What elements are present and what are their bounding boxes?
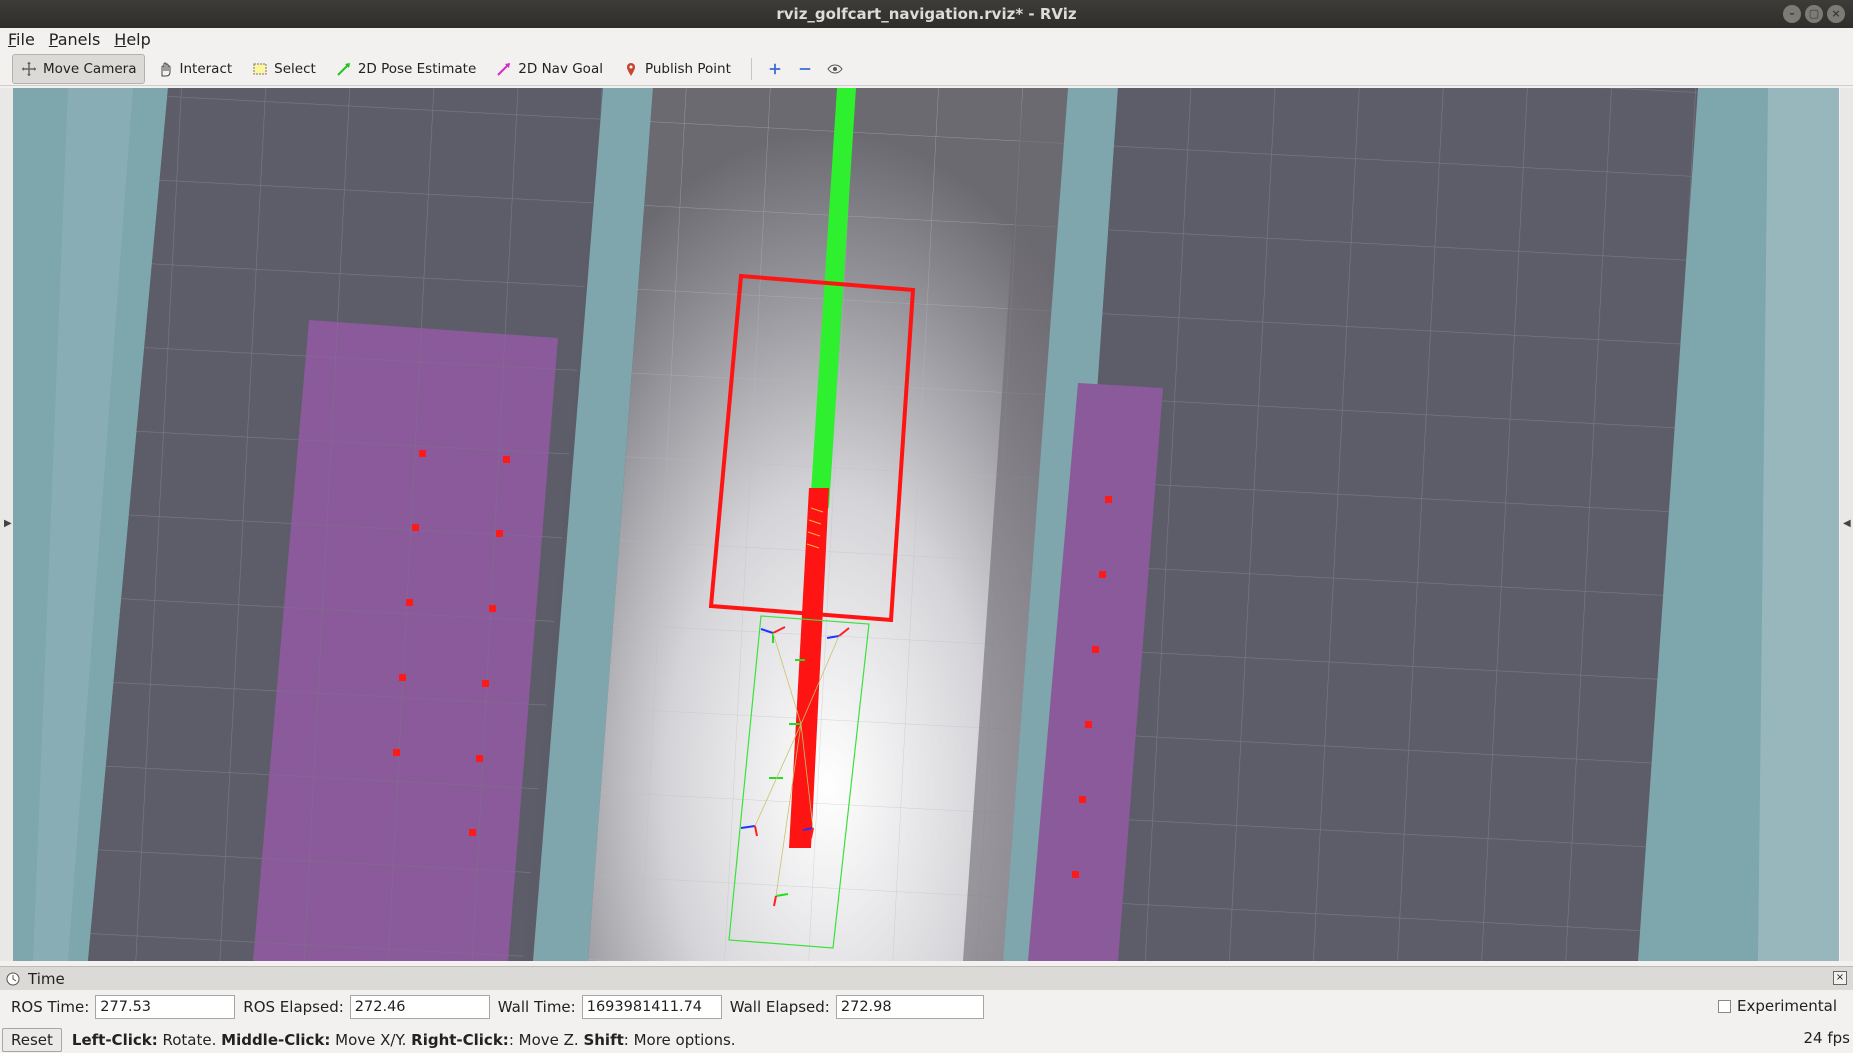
maximize-icon[interactable]: ▢ bbox=[1805, 5, 1823, 23]
hand-icon bbox=[161, 62, 171, 76]
green-arrow-icon bbox=[337, 62, 350, 76]
nav-goal-label: 2D Nav Goal bbox=[518, 60, 603, 77]
menu-panels[interactable]: Panels bbox=[49, 28, 101, 52]
time-panel-header: Time × bbox=[0, 966, 1853, 990]
close-icon[interactable]: × bbox=[1827, 5, 1845, 23]
grid-block-right-lines bbox=[1058, 88, 1698, 961]
fps-counter: 24 fps bbox=[1803, 1029, 1850, 1047]
minus-icon bbox=[799, 67, 811, 70]
experimental-checkbox[interactable] bbox=[1717, 999, 1731, 1013]
hint-middle-click: Middle-Click: bbox=[221, 1030, 331, 1049]
wall-time-label: Wall Time: bbox=[497, 998, 576, 1016]
menu-bar: File Panels Help bbox=[0, 28, 1853, 52]
select-button[interactable]: Select bbox=[244, 54, 324, 84]
time-panel-title: Time bbox=[28, 969, 65, 988]
magenta-arrow-icon bbox=[497, 62, 511, 76]
view-options-button[interactable] bbox=[820, 54, 850, 84]
menu-file[interactable]: File bbox=[8, 28, 35, 52]
eye-icon bbox=[827, 63, 843, 74]
plus-icon bbox=[769, 63, 781, 74]
hint-right-click: Right-Click: bbox=[411, 1030, 509, 1049]
ros-time-label: ROS Time: bbox=[11, 998, 90, 1016]
map-pin-icon bbox=[626, 62, 635, 76]
left-dock-handle[interactable]: ▶ bbox=[0, 88, 13, 961]
add-tool-button[interactable] bbox=[760, 54, 790, 84]
window-title: rviz_golfcart_navigation.rviz* - RViz bbox=[776, 5, 1077, 23]
pose-estimate-button[interactable]: 2D Pose Estimate bbox=[328, 54, 484, 84]
wall-elapsed-label: Wall Elapsed: bbox=[729, 998, 830, 1016]
time-panel-fields: ROS Time: ROS Elapsed: Wall Time: Wall E… bbox=[0, 992, 1853, 1022]
ros-elapsed-label: ROS Elapsed: bbox=[243, 998, 344, 1016]
select-label: Select bbox=[274, 60, 316, 77]
move-camera-icon bbox=[22, 61, 36, 76]
status-bar: Reset Left-Click: Rotate. Middle-Click: … bbox=[0, 1026, 1853, 1053]
hint-left-action: Rotate. bbox=[157, 1030, 222, 1049]
render-viewport[interactable] bbox=[13, 88, 1839, 961]
window-titlebar: rviz_golfcart_navigation.rviz* - RViz – … bbox=[0, 0, 1853, 28]
select-box-icon bbox=[253, 63, 267, 74]
hint-left-click: Left-Click: bbox=[71, 1030, 158, 1049]
ros-elapsed-field[interactable] bbox=[349, 995, 490, 1019]
scene-render bbox=[13, 88, 1839, 961]
reset-button[interactable]: Reset bbox=[2, 1027, 62, 1052]
wall-time-field[interactable] bbox=[581, 995, 722, 1019]
right-dock-handle[interactable]: ◀ bbox=[1840, 88, 1853, 961]
interact-button[interactable]: Interact bbox=[149, 54, 240, 84]
ros-time-field[interactable] bbox=[95, 995, 236, 1019]
toolbar-separator bbox=[750, 57, 752, 80]
hint-shift: Shift bbox=[583, 1030, 624, 1049]
publish-point-label: Publish Point bbox=[644, 60, 731, 77]
nav-goal-button[interactable]: 2D Nav Goal bbox=[488, 54, 611, 84]
minimize-icon[interactable]: – bbox=[1783, 5, 1801, 23]
move-camera-label: Move Camera bbox=[43, 60, 137, 77]
close-panel-icon[interactable]: × bbox=[1833, 971, 1847, 985]
hint-shift-action: : More options. bbox=[623, 1030, 736, 1049]
experimental-label: Experimental bbox=[1736, 997, 1837, 1015]
tool-bar: Move Camera Interact Select 2D Pose Esti… bbox=[0, 52, 1853, 86]
experimental-toggle[interactable]: Experimental bbox=[1717, 997, 1837, 1015]
move-camera-button[interactable]: Move Camera bbox=[12, 53, 146, 84]
publish-point-button[interactable]: Publish Point bbox=[615, 54, 739, 84]
hint-right-action: : Move Z. bbox=[508, 1030, 584, 1049]
interact-label: Interact bbox=[179, 60, 233, 77]
remove-tool-button[interactable] bbox=[790, 54, 820, 84]
pose-estimate-label: 2D Pose Estimate bbox=[357, 60, 477, 77]
wall-elapsed-field[interactable] bbox=[835, 995, 984, 1019]
obstacle-right-outer-2 bbox=[1758, 88, 1839, 961]
clock-icon bbox=[6, 972, 20, 985]
menu-help[interactable]: Help bbox=[114, 28, 150, 52]
hint-middle-action: Move X/Y. bbox=[330, 1030, 412, 1049]
